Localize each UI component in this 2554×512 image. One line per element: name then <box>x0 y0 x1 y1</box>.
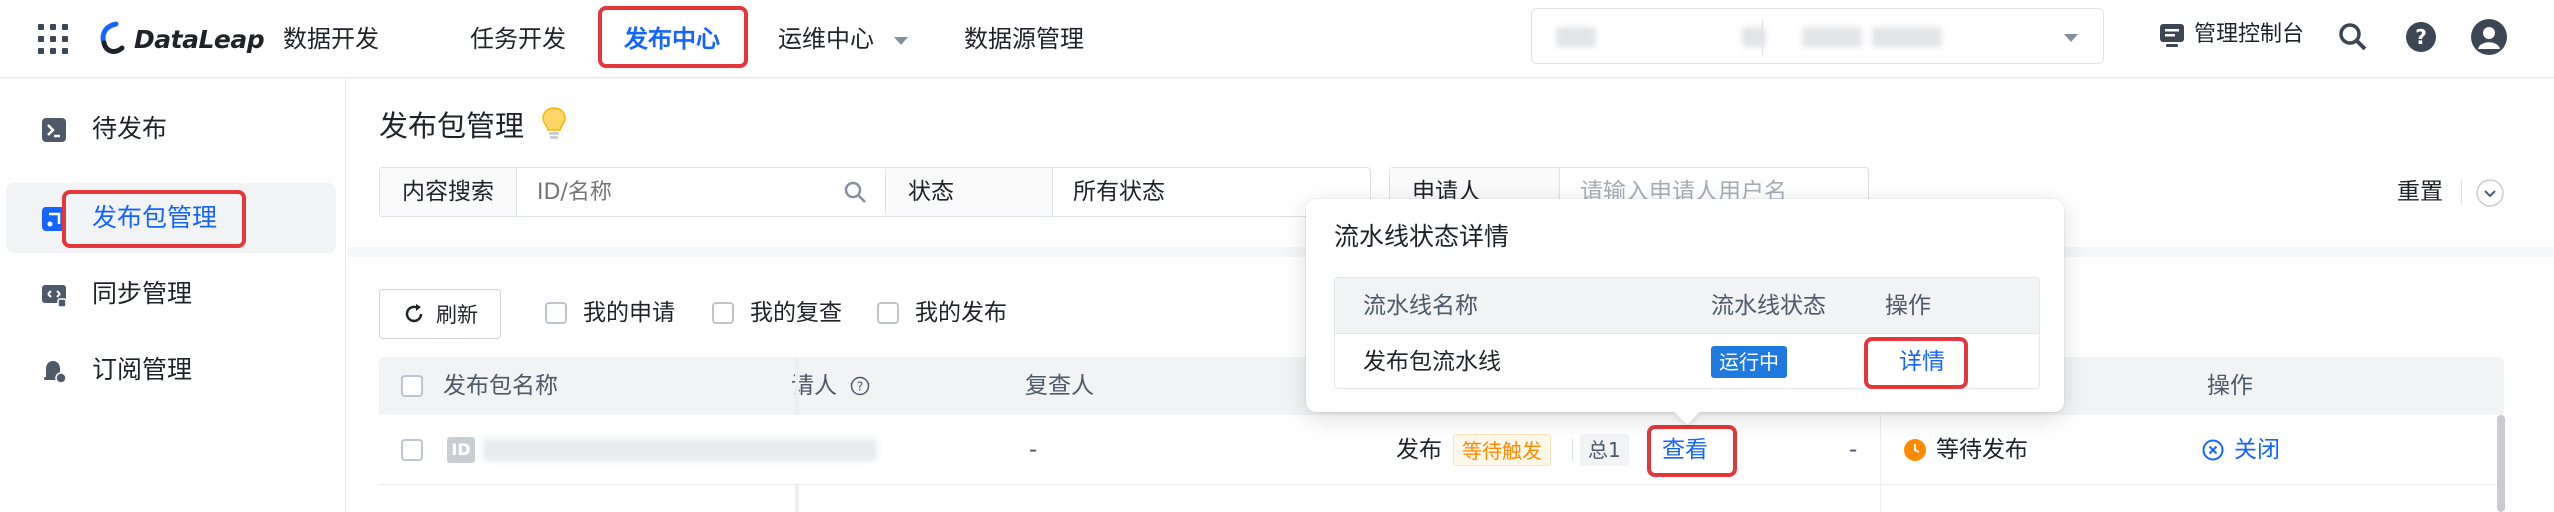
page-title-text: 发布包管理 <box>379 109 525 143</box>
col-pipeline-name: 流水线名称 <box>1363 293 1478 319</box>
nav-datasource[interactable]: 数据源管理 <box>964 22 1084 56</box>
col-pipeline-action: 操作 <box>1885 293 1931 319</box>
sidebar-item-pending[interactable]: 待发布 <box>6 94 336 164</box>
divider <box>1572 439 1573 461</box>
expand-chevron-icon[interactable] <box>2475 178 2505 208</box>
close-link[interactable]: 关闭 <box>2234 415 2280 485</box>
pipeline-table-header: 流水线名称 流水线状态 操作 <box>1335 278 2039 334</box>
sync-icon <box>42 285 67 308</box>
total-count-tag: 总1 <box>1580 434 1629 466</box>
col-applicant: 请人 ? <box>791 357 870 415</box>
bell-gear-icon <box>44 361 67 384</box>
console-link[interactable]: 管理控制台 <box>2158 18 2304 52</box>
checkbox-box[interactable] <box>545 302 567 324</box>
sidebar-item-subscription[interactable]: 订阅管理 <box>6 335 336 405</box>
package-name-blurred[interactable] <box>483 439 877 461</box>
pipeline-name: 发布包流水线 <box>1363 349 1501 375</box>
chevron-down-icon <box>893 37 908 45</box>
checkbox-label: 我的发布 <box>915 300 1007 326</box>
dash-cell: - <box>1849 437 1858 463</box>
page-title: 发布包管理 <box>379 106 567 146</box>
workspace-selector[interactable] <box>1531 8 2104 64</box>
clock-icon <box>1904 439 1926 461</box>
running-status-badge: 运行中 <box>1711 346 1787 378</box>
col-pipeline-status: 流水线状态 <box>1711 293 1826 319</box>
search-icon[interactable] <box>2336 20 2370 54</box>
terminal-icon <box>42 118 66 142</box>
close-circle-icon[interactable] <box>2202 439 2224 461</box>
status-select-value: 所有状态 <box>1073 179 1165 205</box>
highlight-box-sidebar <box>62 190 246 248</box>
checkbox-label: 我的复查 <box>750 300 842 326</box>
col-package-name: 发布包名称 <box>443 373 558 399</box>
col-reviewer: 复查人 <box>1025 373 1094 399</box>
wait-trigger-tag: 等待触发 <box>1453 434 1551 466</box>
chevron-down-icon <box>2064 34 2078 42</box>
checkbox-label: 我的申请 <box>583 300 675 326</box>
refresh-icon <box>405 304 423 323</box>
reviewer-cell: - <box>1029 437 1038 463</box>
pipeline-status-popover: 流水线状态详情 流水线名称 流水线状态 操作 发布包流水线 运行中 详情 <box>1306 199 2064 425</box>
search-icon[interactable] <box>842 179 868 205</box>
checkbox-my-application[interactable]: 我的申请 <box>545 296 675 330</box>
lightbulb-icon[interactable] <box>541 106 567 140</box>
sidebar-item-label: 同步管理 <box>92 279 193 308</box>
console-icon <box>2160 24 2184 47</box>
product-name: 数据开发 <box>283 25 379 53</box>
popover-title: 流水线状态详情 <box>1334 222 1510 251</box>
checkbox-box[interactable] <box>712 302 734 324</box>
highlight-box-view <box>1647 425 1737 477</box>
status-cell: 等待发布 <box>1936 437 2028 463</box>
sidebar-item-sync[interactable]: 同步管理 <box>6 259 336 329</box>
checkbox-my-review[interactable]: 我的复查 <box>712 296 842 330</box>
nav-task-dev[interactable]: 任务开发 <box>470 22 566 56</box>
nav-ops-center[interactable]: 运维中心 <box>778 22 910 56</box>
checkbox-my-release[interactable]: 我的发布 <box>877 296 1007 330</box>
sidebar: 待发布 发布包管理 同步管理 订阅管理 <box>0 79 346 512</box>
row-checkbox[interactable] <box>401 439 423 461</box>
console-label: 管理控制台 <box>2194 22 2305 47</box>
help-icon[interactable]: ? <box>2404 20 2438 54</box>
reset-button[interactable]: 重置 <box>2397 175 2443 209</box>
table-row[interactable]: ID - 发布 等待触发 总1 查看 - 等待发布 关闭 <box>379 415 2504 485</box>
svg-text:?: ? <box>2415 25 2427 49</box>
status-filter[interactable]: 状态 所有状态 <box>885 167 1371 217</box>
content-search-label: 内容搜索 <box>380 168 517 216</box>
question-circle-icon[interactable]: ? <box>850 376 870 396</box>
sidebar-item-label: 待发布 <box>92 114 168 143</box>
top-header: DataLeap 数据开发 任务开发 发布中心 运维中心 数据源管理 管理控制台… <box>0 0 2554 78</box>
highlight-box-detail <box>1864 337 1968 389</box>
checkbox-box[interactable] <box>877 302 899 324</box>
publish-label: 发布 <box>1396 437 1442 463</box>
sidebar-item-label: 订阅管理 <box>92 355 193 384</box>
divider <box>2461 179 2462 205</box>
status-label: 状态 <box>886 168 1053 216</box>
select-all-checkbox[interactable] <box>401 375 423 397</box>
search-input[interactable] <box>517 168 767 216</box>
app-grid-icon[interactable] <box>36 22 70 56</box>
logo-text: DataLeap <box>134 24 265 54</box>
logo[interactable]: DataLeap <box>96 17 265 61</box>
content-search-filter: 内容搜索 <box>379 167 891 217</box>
nav-ops-center-label: 运维中心 <box>778 25 874 53</box>
dataleap-logo-icon <box>100 21 125 54</box>
user-avatar-icon[interactable] <box>2470 18 2508 56</box>
svg-text:?: ? <box>857 380 863 394</box>
id-badge: ID <box>447 437 475 463</box>
vertical-scrollbar[interactable] <box>2497 415 2505 512</box>
col-actions: 操作 <box>2207 373 2253 399</box>
refresh-label: 刷新 <box>436 303 478 327</box>
highlight-box-nav <box>598 6 748 68</box>
refresh-button[interactable]: 刷新 <box>379 289 501 339</box>
